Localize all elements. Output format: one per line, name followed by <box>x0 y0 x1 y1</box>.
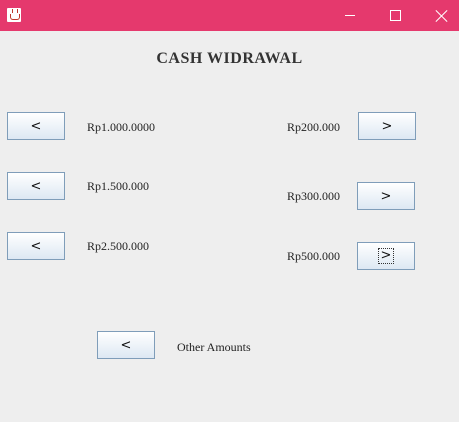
amount-label-2500000: Rp2.500.000 <box>87 239 150 253</box>
amount-label-500000: Rp500.000 <box>287 249 341 263</box>
button-label: < <box>120 337 132 353</box>
button-label: < <box>30 178 42 194</box>
button-label: > <box>380 188 392 204</box>
button-label: > <box>377 248 395 264</box>
withdraw-300000-button[interactable]: > <box>357 182 415 210</box>
close-icon <box>435 9 448 22</box>
java-app-icon <box>7 8 21 22</box>
withdraw-500000-button[interactable]: > <box>357 242 415 270</box>
amount-label-1500000: Rp1.500.000 <box>87 179 150 193</box>
other-amounts-button[interactable]: < <box>97 331 155 359</box>
close-button[interactable] <box>418 0 459 31</box>
amount-label-300000: Rp300.000 <box>287 189 341 203</box>
page-title: CASH WIDRAWAL <box>156 50 303 67</box>
withdraw-2500000-button[interactable]: < <box>7 232 65 260</box>
button-label: > <box>381 118 393 134</box>
button-label: < <box>30 238 42 254</box>
title-bar <box>0 0 459 31</box>
amount-label-1000000: Rp1.000.0000 <box>87 120 156 134</box>
button-label: < <box>30 118 42 134</box>
minimize-button[interactable] <box>327 0 373 31</box>
other-amounts-label: Other Amounts <box>177 340 251 354</box>
maximize-button[interactable] <box>372 0 418 31</box>
withdraw-1500000-button[interactable]: < <box>7 172 65 200</box>
minimize-icon <box>345 15 355 16</box>
withdraw-200000-button[interactable]: > <box>358 112 416 140</box>
maximize-icon <box>389 10 401 21</box>
withdraw-1000000-button[interactable]: < <box>7 112 65 140</box>
amount-label-200000: Rp200.000 <box>287 120 341 134</box>
